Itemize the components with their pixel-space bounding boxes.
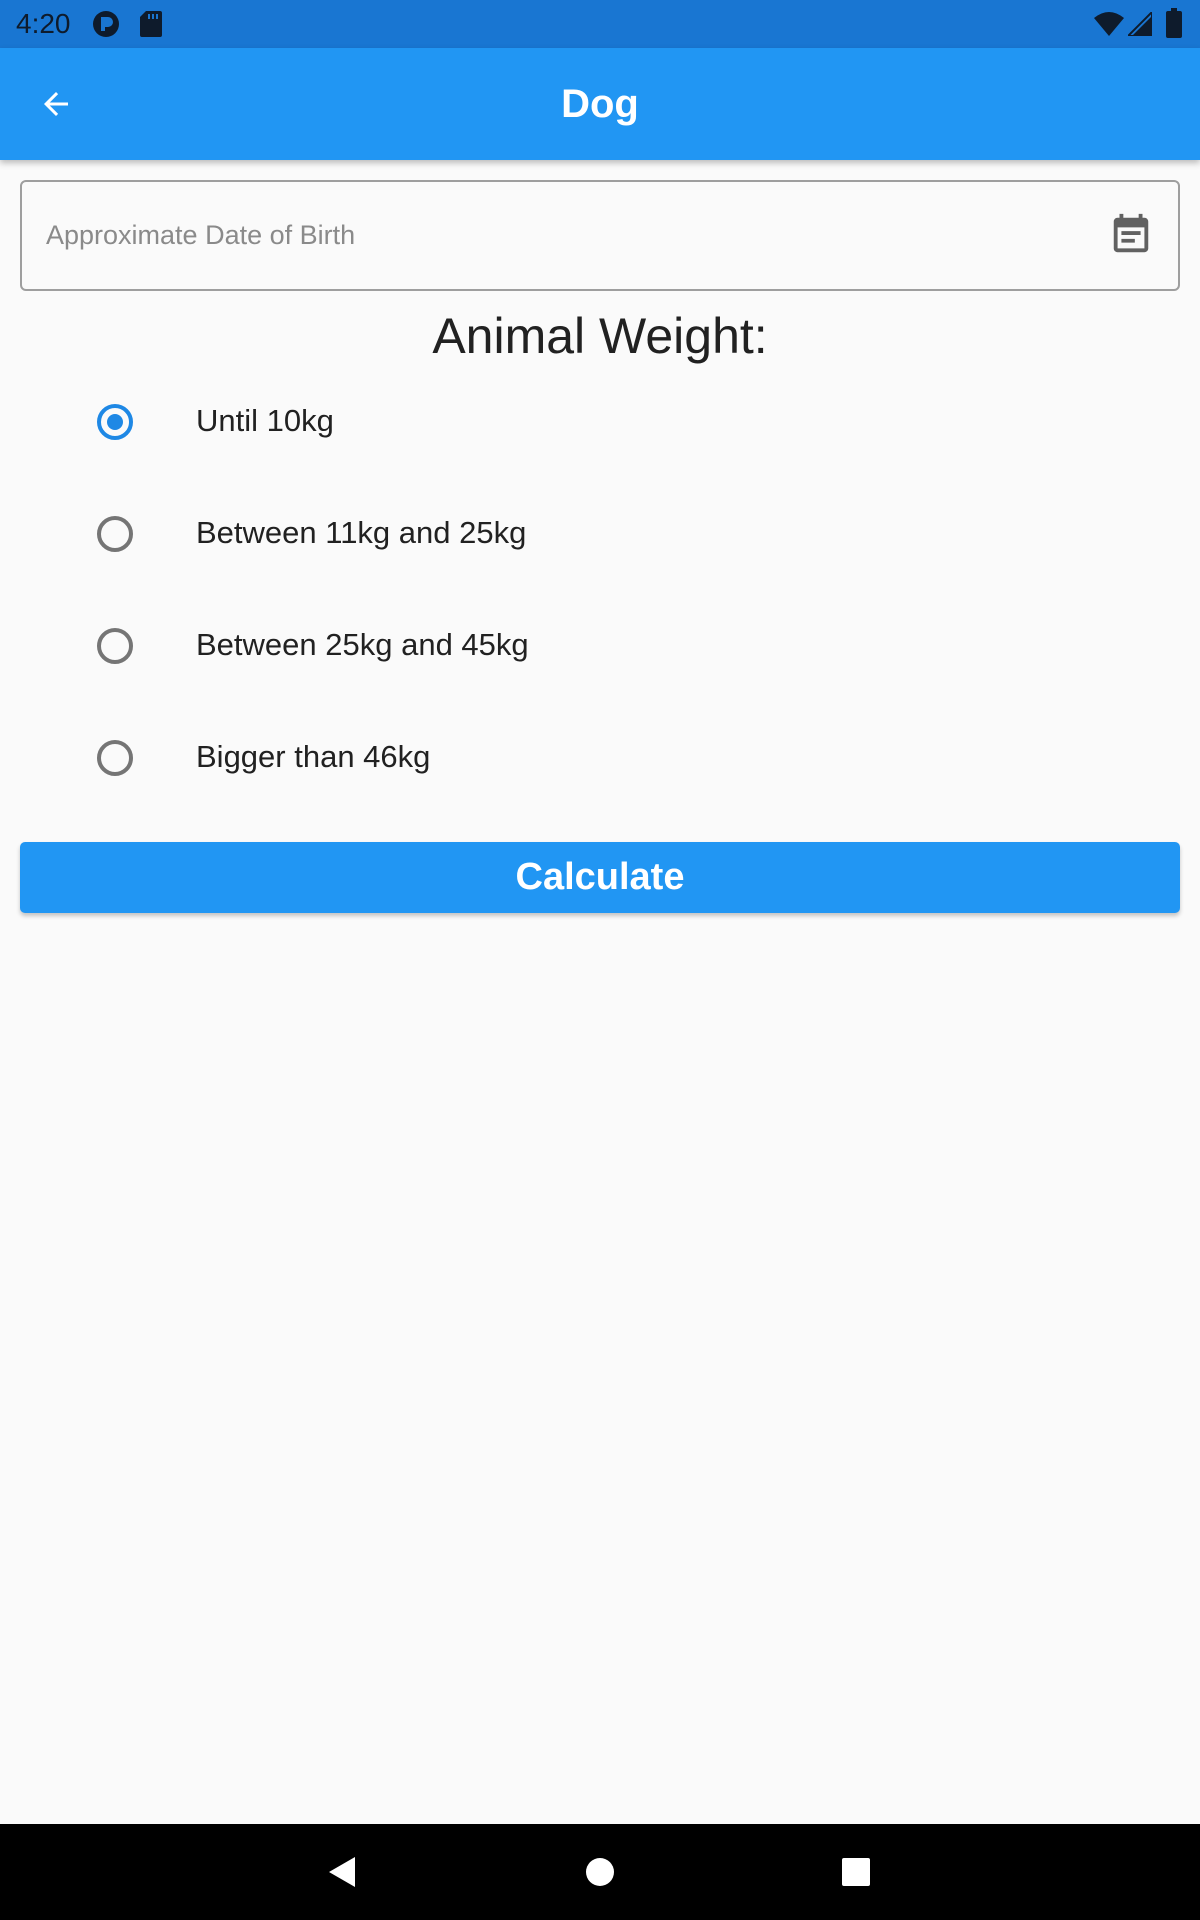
nav-recents-button[interactable]	[828, 1844, 884, 1900]
wifi-icon	[1094, 12, 1124, 36]
calculate-button[interactable]: Calculate	[20, 842, 1180, 913]
weight-option-bigger-46kg[interactable]: Bigger than 46kg	[0, 701, 1200, 813]
status-time: 4:20	[16, 8, 71, 39]
radio-dot	[107, 414, 123, 430]
weight-option-label: Between 25kg and 45kg	[196, 627, 529, 662]
recents-square-icon	[842, 1858, 870, 1886]
app-bar: Dog	[0, 48, 1200, 160]
battery-icon	[1166, 8, 1182, 38]
dob-field[interactable]	[20, 180, 1180, 291]
weight-option-25-45kg[interactable]: Between 25kg and 45kg	[0, 589, 1200, 701]
nav-back-button[interactable]	[314, 1844, 370, 1900]
animal-weight-title: Animal Weight:	[432, 308, 768, 364]
page-title: Dog	[561, 82, 639, 126]
radio-button[interactable]	[97, 516, 133, 552]
sd-card-icon	[140, 11, 162, 37]
weight-option-label: Between 11kg and 25kg	[196, 515, 527, 550]
status-bar: 4:20	[0, 0, 1200, 48]
weight-option-11-25kg[interactable]: Between 11kg and 25kg	[0, 477, 1200, 589]
radio-button[interactable]	[97, 628, 133, 664]
back-triangle-icon	[329, 1857, 355, 1887]
circle-p-icon	[93, 11, 119, 37]
weight-option-label: Bigger than 46kg	[196, 739, 431, 774]
weight-option-label: Until 10kg	[196, 403, 334, 438]
back-button[interactable]	[20, 68, 92, 140]
radio-button[interactable]	[97, 740, 133, 776]
system-nav-bar	[0, 1824, 1200, 1920]
home-circle-icon	[586, 1858, 614, 1886]
radio-button-checked[interactable]	[97, 404, 133, 440]
dob-input[interactable]	[44, 182, 1064, 289]
arrow-left-icon	[44, 92, 68, 116]
signal-icon	[1128, 12, 1152, 36]
calendar-icon	[1113, 213, 1149, 253]
nav-home-button[interactable]	[572, 1844, 628, 1900]
calendar-button[interactable]	[1108, 212, 1154, 258]
weight-option-until-10kg[interactable]: Until 10kg	[0, 365, 1200, 477]
